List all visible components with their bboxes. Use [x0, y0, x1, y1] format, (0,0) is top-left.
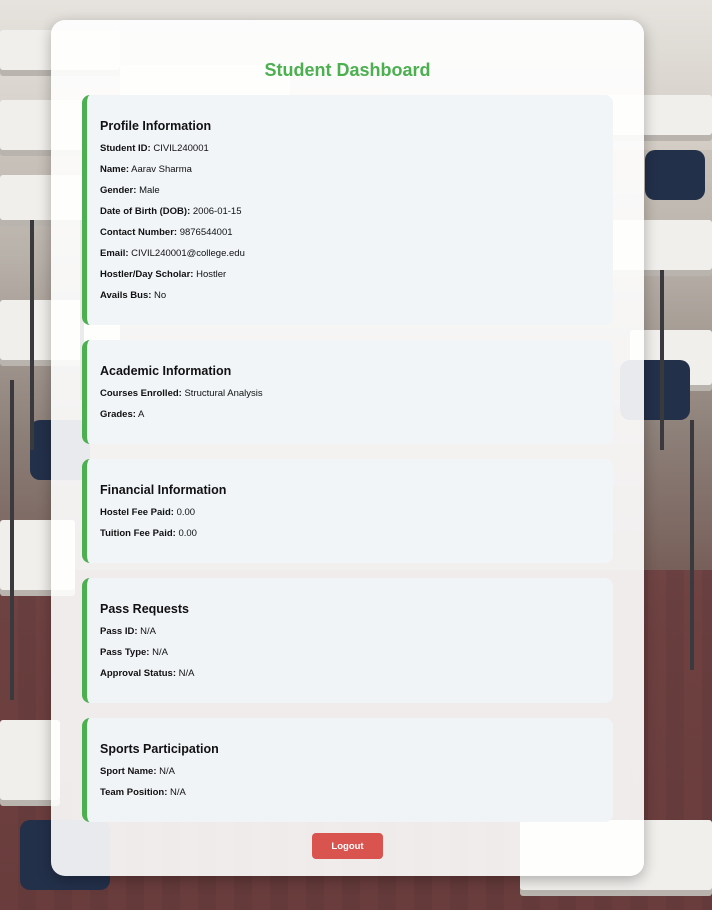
field-tuition-fee-paid: Tuition Fee Paid: 0.00 [100, 528, 601, 549]
field-label: Tuition Fee Paid: [100, 528, 176, 539]
field-label: Contact Number: [100, 227, 178, 238]
field-value: Aarav Sharma [131, 164, 192, 175]
field-label: Approval Status: [100, 668, 177, 679]
field-value: N/A [140, 626, 156, 637]
field-value: N/A [159, 766, 175, 777]
field-team-position: Team Position: N/A [100, 787, 601, 808]
field-contact-number: Contact Number: 9876544001 [100, 227, 601, 248]
field-label: Hostler/Day Scholar: [100, 269, 194, 280]
field-label: Pass ID: [100, 626, 138, 637]
field-value: Hostler [196, 269, 227, 280]
field-value: N/A [178, 668, 195, 679]
field-label: Email: [100, 248, 129, 259]
field-courses-enrolled: Courses Enrolled: Structural Analysis [100, 388, 601, 409]
section-heading: Sports Participation [100, 742, 219, 756]
field-grades: Grades: A [100, 409, 601, 430]
field-label: Hostel Fee Paid: [100, 507, 174, 518]
section-heading: Academic Information [100, 364, 232, 378]
dashboard-card: Student Dashboard Profile Information St… [51, 20, 644, 876]
field-label: Grades: [100, 409, 136, 420]
field-email: Email: CIVIL240001@college.edu [100, 248, 601, 269]
field-value: CIVIL240001@college.edu [131, 248, 245, 259]
field-value: 0.00 [176, 507, 196, 518]
academic-information-section: Academic Information Courses Enrolled: S… [82, 340, 613, 444]
field-value: 0.00 [178, 528, 197, 539]
field-value: CIVIL240001 [153, 143, 209, 154]
page-title: Student Dashboard [264, 60, 431, 80]
logout-button[interactable]: Logout [312, 833, 383, 859]
field-approval-status: Approval Status: N/A [100, 668, 601, 689]
field-value: No [154, 290, 167, 301]
field-sport-name: Sport Name: N/A [100, 766, 601, 787]
field-label: Student ID: [100, 143, 151, 154]
field-student-id: Student ID: CIVIL240001 [100, 143, 601, 164]
field-label: Sport Name: [100, 766, 157, 777]
field-pass-id: Pass ID: N/A [100, 626, 601, 647]
field-label: Gender: [100, 185, 137, 196]
field-dob: Date of Birth (DOB): 2006-01-15 [100, 206, 601, 227]
field-avails-bus: Avails Bus: No [100, 290, 601, 311]
field-label: Name: [100, 164, 130, 175]
field-hostel-fee-paid: Hostel Fee Paid: 0.00 [100, 507, 601, 528]
field-label: Courses Enrolled: [100, 388, 182, 399]
field-pass-type: Pass Type: N/A [100, 647, 601, 668]
field-label: Team Position: [100, 787, 168, 798]
profile-information-section: Profile Information Student ID: CIVIL240… [82, 95, 613, 325]
pass-requests-section: Pass Requests Pass ID: N/A Pass Type: N/… [82, 578, 613, 703]
field-gender: Gender: Male [100, 185, 601, 206]
field-name: Name: Aarav Sharma [100, 164, 601, 185]
field-value: N/A [170, 787, 186, 798]
section-heading: Profile Information [100, 119, 212, 133]
sports-participation-section: Sports Participation Sport Name: N/A Tea… [82, 718, 613, 822]
field-value: N/A [152, 647, 168, 658]
field-value: 9876544001 [179, 227, 233, 238]
field-value: Male [139, 185, 160, 196]
field-label: Date of Birth (DOB): [100, 206, 191, 217]
field-label: Avails Bus: [100, 290, 152, 301]
field-label: Pass Type: [100, 647, 150, 658]
field-value: A [138, 409, 145, 420]
field-value: 2006-01-15 [192, 206, 242, 217]
field-hostler-day-scholar: Hostler/Day Scholar: Hostler [100, 269, 601, 290]
field-value: Structural Analysis [184, 388, 263, 399]
section-heading: Pass Requests [100, 602, 189, 616]
section-heading: Financial Information [100, 483, 227, 497]
financial-information-section: Financial Information Hostel Fee Paid: 0… [82, 459, 613, 563]
